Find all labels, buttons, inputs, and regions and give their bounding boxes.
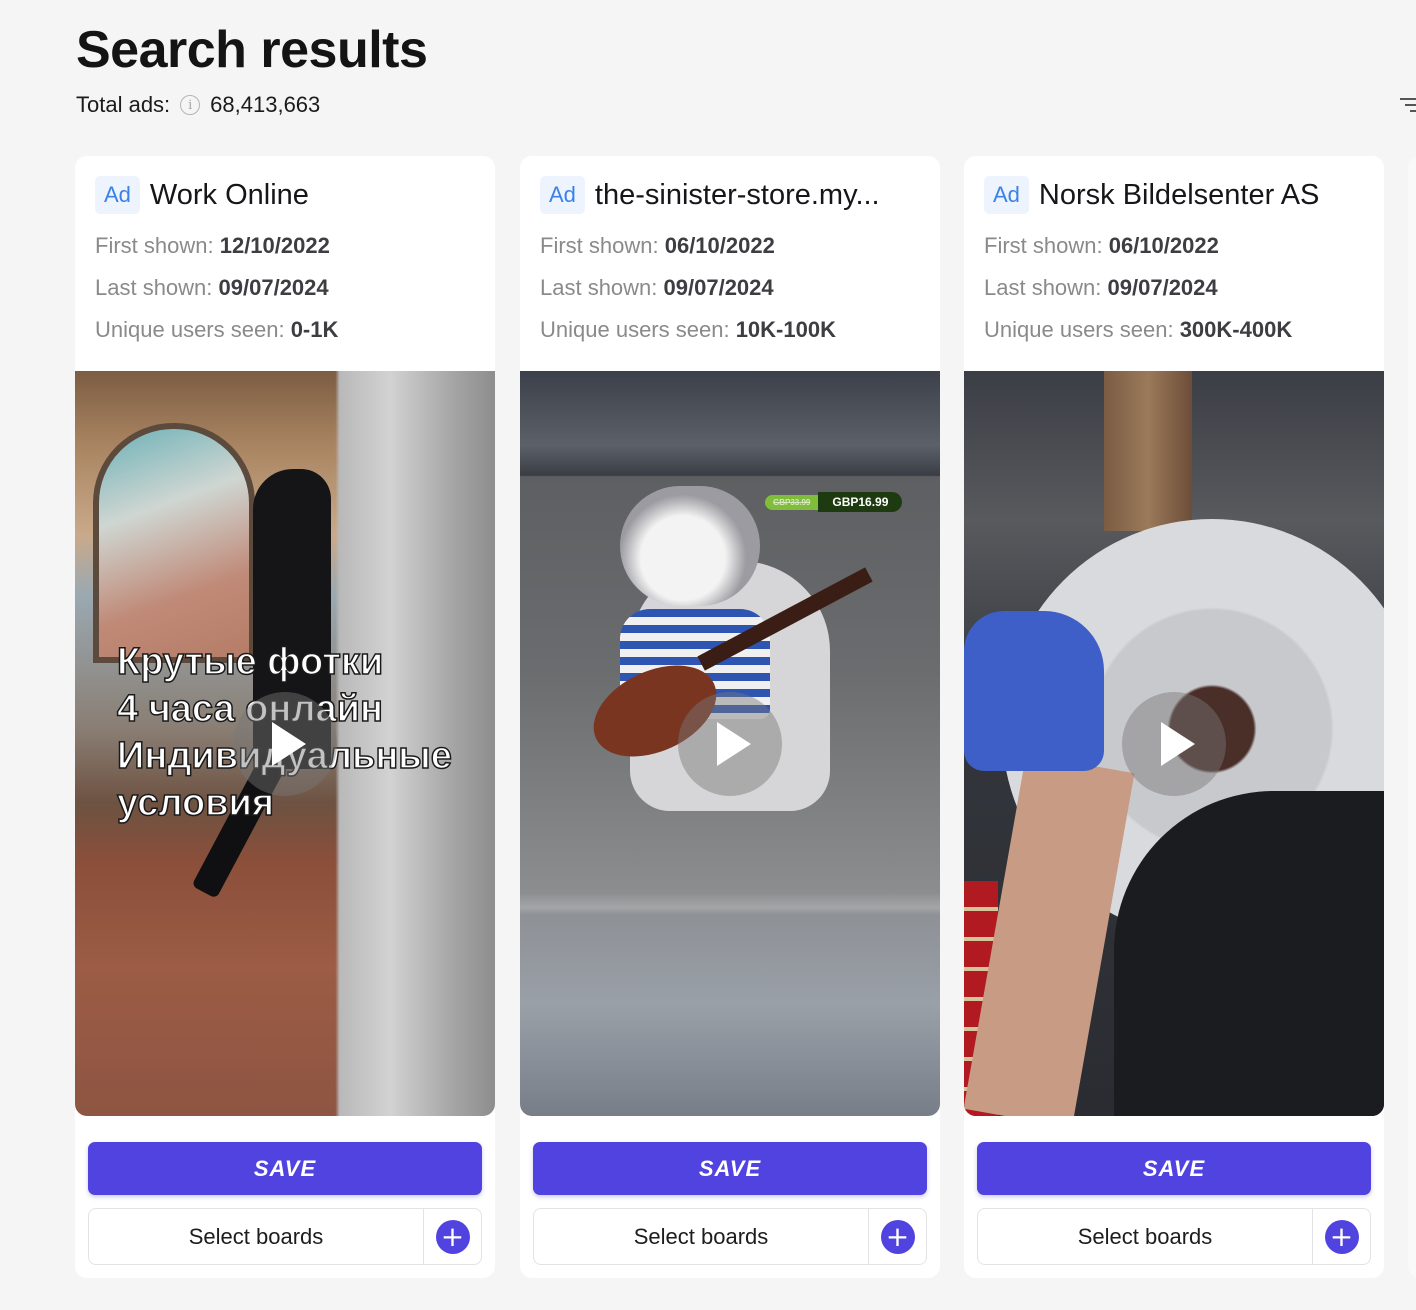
price-tag: GBP33.99 GBP16.99 [765,491,903,513]
price-old: GBP33.99 [765,494,819,510]
unique-users: Unique users seen: 10K-100K [540,318,920,342]
first-shown-value: 06/10/2022 [664,233,775,258]
select-boards-dropdown[interactable]: Select boards [978,1209,1313,1264]
unique-users-value: 0-1K [290,317,339,342]
last-shown-value: 09/07/2024 [218,275,329,300]
ad-badge: Ad [984,176,1029,214]
first-shown: First shown: 06/10/2022 [984,234,1364,258]
add-board-button[interactable]: + [424,1209,481,1264]
select-boards-control[interactable]: Select boards + [977,1208,1371,1265]
unique-users-value: 300K-400K [1179,317,1293,342]
save-button[interactable]: SAVE [977,1142,1371,1195]
ad-card[interactable]: Ad Norsk Bildelsenter AS First shown: 06… [964,156,1384,1278]
play-icon[interactable] [1122,691,1226,796]
ad-card-partial[interactable] [1408,156,1416,1278]
price-new: GBP16.99 [818,492,903,512]
media-arch-window [93,423,255,663]
first-shown: First shown: 12/10/2022 [95,234,475,258]
last-shown: Last shown: 09/07/2024 [540,276,920,300]
unique-users: Unique users seen: 300K-400K [984,318,1364,342]
ad-badge: Ad [95,176,140,214]
advertiser-name[interactable]: Work Online [150,179,309,212]
last-shown-value: 09/07/2024 [1107,275,1218,300]
unique-users-value: 10K-100K [735,317,836,342]
select-boards-control[interactable]: Select boards + [88,1208,482,1265]
last-shown-label: Last shown: [984,275,1102,300]
last-shown-value: 09/07/2024 [663,275,774,300]
page-title: Search results [76,21,428,79]
advertiser-name[interactable]: Norsk Bildelsenter AS [1039,179,1319,212]
first-shown-value: 12/10/2022 [219,233,330,258]
plus-circle-icon: + [1324,1219,1359,1254]
add-board-button[interactable]: + [869,1209,926,1264]
ad-badge: Ad [540,176,585,214]
last-shown-label: Last shown: [540,275,658,300]
select-boards-dropdown[interactable]: Select boards [534,1209,869,1264]
unique-users-label: Unique users seen: [95,317,285,342]
unique-users-label: Unique users seen: [540,317,730,342]
last-shown: Last shown: 09/07/2024 [984,276,1364,300]
play-icon[interactable] [678,691,782,796]
ad-media-video[interactable] [964,371,1384,1116]
media-glove [964,611,1104,771]
total-ads: Total ads: i 68,413,663 [76,92,320,118]
first-shown-value: 06/10/2022 [1108,233,1219,258]
media-cat-head [620,486,760,606]
media-suspension-strut [1104,371,1192,531]
select-boards-control[interactable]: Select boards + [533,1208,927,1265]
total-ads-value: 68,413,663 [210,92,321,117]
last-shown: Last shown: 09/07/2024 [95,276,475,300]
unique-users-label: Unique users seen: [984,317,1174,342]
select-boards-dropdown[interactable]: Select boards [89,1209,424,1264]
ad-media-video[interactable]: Крутые фотки 4 часа онлайн Индивидуальны… [75,371,495,1116]
save-button[interactable]: SAVE [533,1142,927,1195]
first-shown: First shown: 06/10/2022 [540,234,920,258]
first-shown-label: First shown: [540,233,659,258]
plus-circle-icon: + [435,1219,470,1254]
ad-media-video[interactable]: GBP33.99 GBP16.99 [520,371,940,1116]
total-ads-label: Total ads: [76,92,171,117]
add-board-button[interactable]: + [1313,1209,1370,1264]
filter-sort-icon[interactable] [1400,96,1416,116]
play-icon[interactable] [233,691,337,796]
ad-card[interactable]: Ad the-sinister-store.my... First shown:… [520,156,940,1278]
info-circle-icon[interactable]: i [180,95,201,115]
advertiser-name[interactable]: the-sinister-store.my... [595,179,880,212]
save-button[interactable]: SAVE [88,1142,482,1195]
first-shown-label: First shown: [984,233,1103,258]
ad-card[interactable]: Ad Work Online First shown: 12/10/2022 L… [75,156,495,1278]
unique-users: Unique users seen: 0-1K [95,318,475,342]
last-shown-label: Last shown: [95,275,213,300]
first-shown-label: First shown: [95,233,214,258]
plus-circle-icon: + [880,1219,915,1254]
